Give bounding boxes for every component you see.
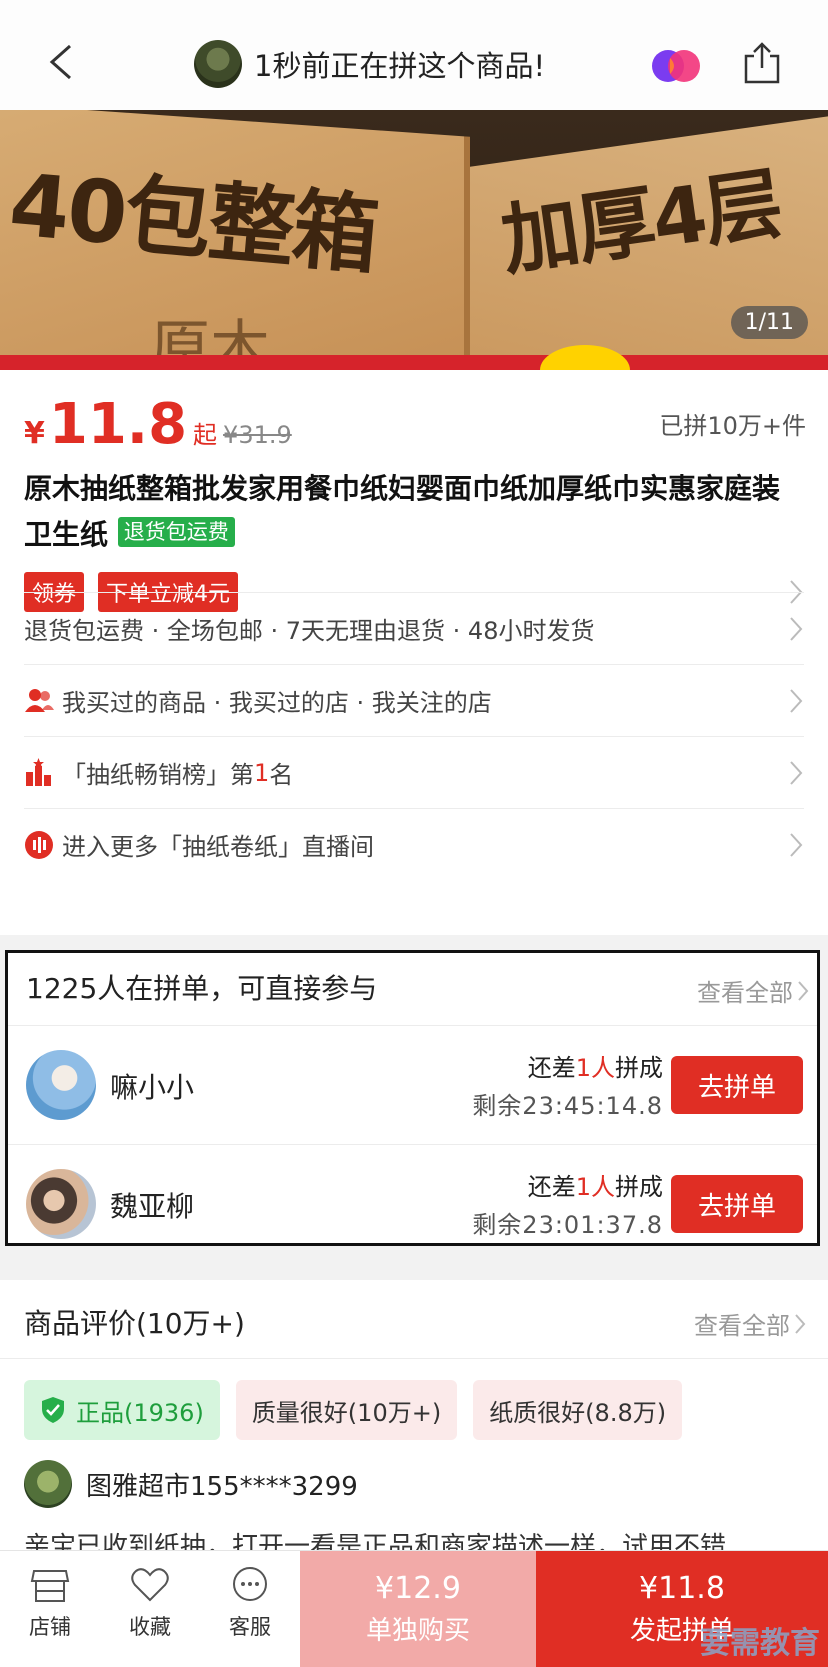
heart-icon — [131, 1568, 169, 1602]
group-member-row: 魏亚柳 还差1人拼成 剩余23:01:37.8 去拼单 — [8, 1145, 817, 1263]
reviews-section: 商品评价(10万+) 查看全部 正品(1936) 质量很好(10万+) 纸质很好… — [0, 1280, 828, 1562]
rank-number: 1 — [254, 758, 270, 787]
history-text: 我买过的商品 · 我买过的店 · 我关注的店 — [62, 689, 492, 717]
need-count: 还差1人拼成 — [528, 1167, 663, 1202]
price-suffix: 起 — [193, 421, 218, 449]
single-price: ¥12.9 — [375, 1571, 461, 1606]
live-row[interactable]: 进入更多「抽纸卷纸」直播间 — [24, 808, 804, 880]
group-heading: 1225人在拼单，可直接参与 — [26, 972, 378, 1005]
reviews-see-all-link[interactable]: 查看全部 — [694, 1306, 806, 1341]
buyer-avatar — [194, 40, 242, 88]
shop-label: 店铺 — [29, 1615, 71, 1639]
red-strip — [0, 355, 828, 370]
review-tag-quality[interactable]: 质量很好(10万+) — [235, 1380, 458, 1440]
services-row[interactable]: 退货包运费 · 全场包邮 · 7天无理由退货 · 48小时发货 — [24, 592, 804, 664]
review-tags: 正品(1936) 质量很好(10万+) 纸质很好(8.8万) — [24, 1380, 698, 1440]
price: 11.8 — [48, 392, 188, 457]
reviewer-name: 图雅超市155****3299 — [86, 1471, 358, 1502]
shield-check-icon — [42, 1397, 64, 1423]
recent-buyer-notice: 1秒前正在拼这个商品! — [194, 40, 545, 88]
notice-text: 1秒前正在拼这个商品! — [254, 49, 546, 83]
product-title: 原木抽纸整箱批发家用餐巾纸妇婴面巾纸加厚纸巾实惠家庭装卫生纸 退货包运费 — [24, 466, 804, 558]
need-number: 1人 — [575, 1054, 615, 1082]
see-all-label: 查看全部 — [697, 979, 793, 1007]
sold-count: 已拼10万+件 — [659, 412, 806, 440]
chevron-right-icon — [795, 1313, 806, 1334]
review-tag-paper[interactable]: 纸质很好(8.8万) — [473, 1380, 683, 1440]
rank-row[interactable]: 「抽纸畅销榜」第 1 名 — [24, 736, 804, 808]
share-icon[interactable] — [740, 40, 784, 86]
chevron-right-icon — [790, 688, 803, 713]
rank-prefix: 「抽纸畅销榜」第 — [62, 761, 254, 789]
rank-suffix: 名 — [269, 761, 294, 789]
see-all-label: 查看全部 — [694, 1312, 790, 1340]
group-price: ¥11.8 — [639, 1571, 725, 1606]
service-label: 客服 — [229, 1615, 271, 1639]
free-return-badge: 退货包运费 — [117, 517, 235, 547]
customer-service-button[interactable]: 客服 — [200, 1565, 300, 1641]
price-symbol: ¥ — [24, 416, 45, 451]
ranking-icon — [26, 757, 51, 786]
join-group-button[interactable]: 去拼单 — [671, 1175, 803, 1233]
reviewer: 图雅超市155****3299 — [24, 1460, 358, 1508]
users-icon — [25, 688, 54, 712]
history-row[interactable]: 我买过的商品 · 我买过的店 · 我关注的店 — [24, 664, 804, 736]
need-number: 1人 — [575, 1173, 615, 1201]
need-suffix: 拼成 — [615, 1173, 663, 1201]
tag-label: 正品(1936) — [76, 1398, 204, 1427]
chat-icon — [233, 1567, 267, 1601]
image-counter: 1/11 — [730, 306, 808, 339]
avatar — [26, 1169, 96, 1239]
chevron-right-icon — [798, 980, 809, 1001]
single-label: 单独购买 — [365, 1616, 470, 1646]
need-count: 还差1人拼成 — [528, 1048, 663, 1083]
services-text: 退货包运费 · 全场包邮 · 7天无理由退货 · 48小时发货 — [24, 617, 595, 645]
shop-button[interactable]: 店铺 — [0, 1565, 100, 1641]
product-info: ¥ 11.8 起 ¥31.9 已拼10万+件 原木抽纸整箱批发家用餐巾纸妇婴面巾… — [0, 370, 828, 935]
need-prefix: 还差 — [527, 1054, 576, 1082]
live-text: 进入更多「抽纸卷纸」直播间 — [62, 833, 374, 861]
reviews-heading: 商品评价(10万+) — [24, 1307, 245, 1340]
divider — [0, 1358, 828, 1359]
member-name: 嘛小小 — [110, 1071, 195, 1104]
chevron-right-icon — [790, 760, 803, 785]
back-icon[interactable] — [44, 42, 78, 82]
favorite-button[interactable]: 收藏 — [100, 1565, 200, 1641]
group-member-row: 嘛小小 还差1人拼成 剩余23:45:14.8 去拼单 — [8, 1026, 817, 1144]
avatar — [26, 1050, 96, 1120]
join-group-button[interactable]: 去拼单 — [671, 1056, 803, 1114]
favorite-label: 收藏 — [129, 1615, 171, 1639]
need-prefix: 还差 — [527, 1173, 576, 1201]
need-suffix: 拼成 — [615, 1054, 663, 1082]
remaining-time: 剩余23:01:37.8 — [472, 1211, 663, 1239]
price-row: ¥ 11.8 起 ¥31.9 — [24, 392, 292, 457]
member-name: 魏亚柳 — [110, 1190, 195, 1223]
buy-single-button[interactable]: ¥12.9 单独购买 — [300, 1551, 536, 1667]
chevron-right-icon — [790, 832, 803, 857]
remaining-time: 剩余23:45:14.8 — [472, 1092, 663, 1120]
group-buy-section: 1225人在拼单，可直接参与 查看全部 嘛小小 还差1人拼成 剩余23:45:1… — [5, 950, 820, 1246]
original-price: ¥31.9 — [223, 421, 292, 449]
store-icon — [30, 1570, 70, 1602]
chevron-right-icon — [790, 616, 803, 641]
reviewer-avatar — [24, 1460, 72, 1508]
review-tag-genuine[interactable]: 正品(1936) — [24, 1380, 220, 1440]
product-image-carousel[interactable]: 40包整箱 加厚4层 原木 1/11 — [0, 110, 828, 370]
live-icon — [25, 830, 53, 859]
group-see-all-link[interactable]: 查看全部 — [697, 973, 809, 1008]
watermark: 要需教育 — [700, 1626, 820, 1661]
pdd-logo-icon[interactable] — [648, 46, 704, 86]
top-bar: 1秒前正在拼这个商品! — [0, 0, 828, 110]
